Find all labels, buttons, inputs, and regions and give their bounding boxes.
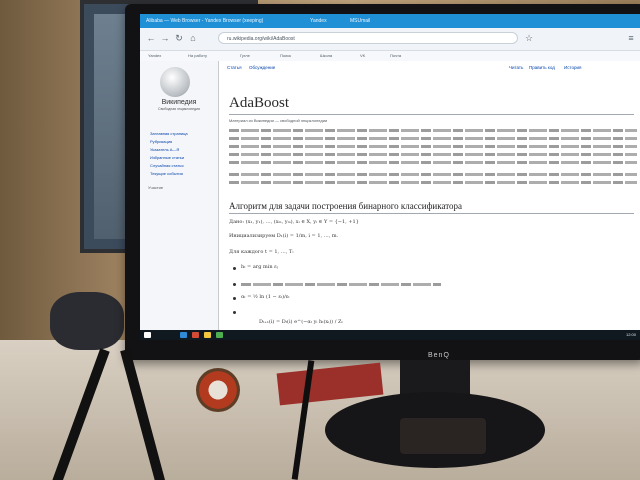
dark-object <box>50 292 124 350</box>
app-icon[interactable] <box>216 332 223 338</box>
page-title: AdaBoost <box>229 95 289 111</box>
sidebar-link[interactable]: Избранные статьи <box>150 155 184 160</box>
browser-tab[interactable]: MSUmail <box>350 16 370 26</box>
browser-toolbar: ← → ↻ ⌂ ru.wikipedia.org/wiki/AdaBoost ☆… <box>140 28 640 51</box>
screen: Alibaba — Web Browser - Yandex Browser (… <box>140 14 640 340</box>
bookmark[interactable]: Yandex <box>148 53 161 58</box>
wikipedia-wordmark: Википедия <box>161 99 197 106</box>
sidebar-link[interactable]: Случайная статья <box>150 163 183 168</box>
formula-init: Инициализируем D₁(i) = 1/m, i = 1, …, m. <box>229 233 339 239</box>
app-icon[interactable] <box>192 332 199 338</box>
text-line <box>229 137 637 140</box>
wikipedia-globe-logo[interactable] <box>160 67 190 97</box>
browser-tabbar: Alibaba — Web Browser - Yandex Browser (… <box>140 14 640 28</box>
bookmark[interactable]: Школа <box>320 53 332 58</box>
list-bullet <box>233 283 236 286</box>
browser-tab[interactable]: Yandex <box>310 16 327 26</box>
text-line <box>229 181 637 184</box>
list-bullet <box>233 267 236 270</box>
section-divider <box>229 213 634 214</box>
photo-scene: BenQ Alibaba — Web Browser - Yandex Brow… <box>0 0 640 480</box>
wikipedia-tagline: Свободная энциклопедия <box>158 107 200 111</box>
monitor-brand: BenQ <box>428 352 450 359</box>
taskbar-clock: 12:00 <box>625 332 636 337</box>
monitor-stand-plate <box>400 418 486 454</box>
bookmark[interactable]: VK <box>360 53 365 58</box>
sidebar-link[interactable]: Заглавная страница <box>150 131 188 136</box>
text-line <box>229 129 637 132</box>
list-bullet <box>233 297 236 300</box>
tab-history[interactable]: История <box>564 65 581 70</box>
text-line <box>229 161 637 164</box>
home-icon[interactable]: ⌂ <box>188 33 198 43</box>
sidebar-link[interactable]: Рубрикация <box>150 139 172 144</box>
start-icon[interactable] <box>144 332 151 338</box>
text-line <box>229 153 637 156</box>
forward-icon[interactable]: → <box>160 33 170 43</box>
sidebar-link[interactable]: Текущие события <box>150 171 183 176</box>
tab-edit[interactable]: Править код <box>529 65 555 70</box>
wiki-content: Статья Обсуждение Читать Править код Ист… <box>218 61 640 340</box>
reload-icon[interactable]: ↻ <box>174 33 184 43</box>
text-line <box>229 145 637 148</box>
taskbar: 12:00 <box>140 330 640 340</box>
title-divider <box>229 114 634 115</box>
formula-classifier: hₜ = arg min εⱼ <box>241 264 279 270</box>
text-line <box>229 173 637 176</box>
tab-article[interactable]: Статья <box>227 65 242 70</box>
formula-update: Dₜ₊₁(i) = Dₜ(i) e^(−αₜ yᵢ hₜ(xᵢ)) / Zₜ <box>259 319 343 325</box>
bookmark[interactable]: На работу <box>188 53 207 58</box>
sidebar-link[interactable]: Указатель А—Я <box>150 147 179 152</box>
formula-given: Дано: (x₁, y₁), …, (xₘ, yₘ), xᵢ ∈ X, yᵢ … <box>229 219 359 225</box>
spool <box>196 368 240 412</box>
app-icon[interactable] <box>180 332 187 338</box>
back-icon[interactable]: ← <box>146 33 156 43</box>
formula-loop: Для каждого t = 1, …, T: <box>229 249 294 255</box>
formula-alpha: αₜ = ½ ln (1 − εₜ)/εₜ <box>241 294 290 300</box>
bookmark[interactable]: Почта <box>390 53 401 58</box>
page-tagline: Материал из Википедии — свободной энцикл… <box>229 118 328 123</box>
sidebar-heading: Участие <box>148 185 164 190</box>
bookmark[interactable]: Гугле <box>240 53 250 58</box>
star-icon[interactable]: ☆ <box>524 33 534 43</box>
address-bar[interactable]: ru.wikipedia.org/wiki/AdaBoost <box>218 32 518 44</box>
app-icon[interactable] <box>204 332 211 338</box>
menu-icon[interactable]: ≡ <box>626 33 636 43</box>
section-heading: Алгоритм для задачи построения бинарного… <box>229 201 463 211</box>
bookmark[interactable]: Поиск <box>280 53 291 58</box>
browser-tab[interactable]: Alibaba — Web Browser - Yandex Browser (… <box>146 16 296 26</box>
tab-read[interactable]: Читать <box>509 65 523 70</box>
wiki-sidebar: Википедия Свободная энциклопедия Заглавн… <box>140 61 218 340</box>
tab-talk[interactable]: Обсуждение <box>249 65 275 70</box>
text-line <box>241 283 441 286</box>
list-bullet <box>233 311 236 314</box>
